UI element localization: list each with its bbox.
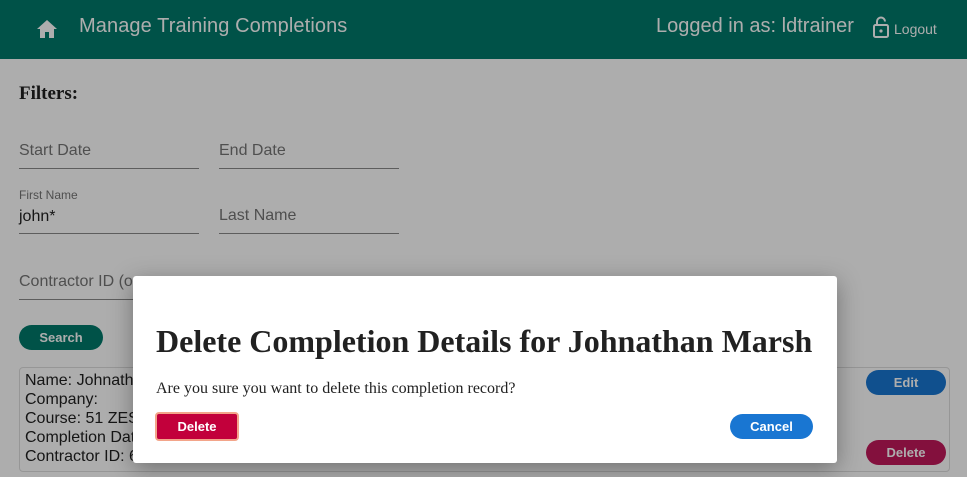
cancel-button[interactable]: Cancel xyxy=(730,414,813,439)
dialog-message: Are you sure you want to delete this com… xyxy=(156,380,516,397)
delete-confirm-dialog: Delete Completion Details for Johnathan … xyxy=(133,276,837,463)
dialog-title: Delete Completion Details for Johnathan … xyxy=(156,323,813,359)
confirm-delete-button[interactable]: Delete xyxy=(155,412,239,441)
